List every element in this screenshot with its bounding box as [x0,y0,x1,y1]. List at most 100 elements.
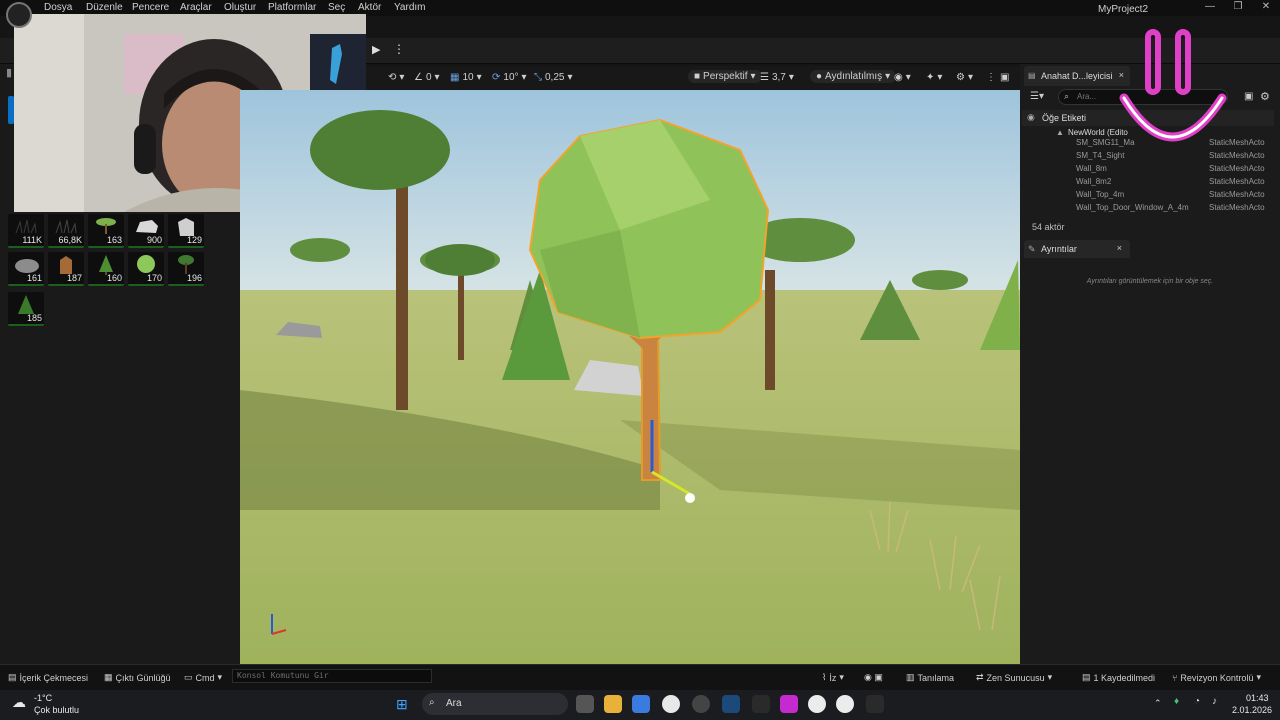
viewport-options-icon[interactable]: ⋮ [986,72,996,83]
asset-thumb[interactable]: 161 [8,252,44,286]
cmd-label: Cmd [195,672,215,683]
close-tab-icon[interactable]: × [1117,243,1122,253]
console-input[interactable]: Konsol Komutunu Gir [232,669,432,683]
save-icon: ▤ [1082,672,1091,682]
scale-snap-button[interactable]: ⤡ 0,25 ▾ [534,72,573,83]
panel-tab-icon[interactable]: ▮ [6,66,14,79]
menu-actor[interactable]: Aktör [358,2,381,13]
tab-outliner[interactable]: ▤ Anahat D...leyicisi × [1024,66,1130,86]
app-icon-2[interactable] [866,695,884,713]
unreal-logo-icon[interactable] [6,2,32,28]
camera-speed-value: 3,7 [771,72,786,83]
menu-window[interactable]: Pencere [132,2,169,13]
unreal-engine-icon[interactable] [808,695,826,713]
transform-mode-button[interactable]: ⟲ ▾ [388,72,404,83]
layout-icon[interactable]: ▣ [1000,72,1009,83]
asset-thumb[interactable]: 185 [8,292,44,326]
camera-record-icon[interactable]: ◉ ▣ [864,672,883,683]
angle-icon: ∠ [414,72,423,83]
show-flags-button[interactable]: ◉ ▾ [894,72,911,83]
actor-name: Wall_8m2 [1076,177,1112,186]
details-tab-label: Ayrıntılar [1041,244,1077,254]
menu-build[interactable]: Oluştur [224,2,256,13]
outliner-icon: ▤ [1028,71,1036,80]
menu-file[interactable]: Dosya [44,2,72,13]
steam-icon[interactable] [722,695,740,713]
diagnostics-button[interactable]: ▥ Tanılama [906,672,954,683]
view-mode-button[interactable]: ■ Perspektif ▾ [688,70,762,83]
play-options-icon[interactable]: ⋮ [393,42,405,56]
trace-label: İz [829,672,837,683]
chrome-icon[interactable] [662,695,680,713]
menu-edit[interactable]: Düzenle [86,2,123,13]
rotate-icon: ⟲ [388,72,397,83]
asset-thumb[interactable]: 187 [48,252,84,286]
lighting-mode-button[interactable]: ● Aydınlatılmış ▾ [810,70,897,83]
asset-thumb[interactable]: 129 [168,214,204,248]
unreal-editor-icon[interactable] [836,695,854,713]
asset-count: 196 [186,273,202,283]
menu-platforms[interactable]: Platformlar [268,2,316,13]
pencil-icon: ✎ [1028,244,1036,254]
wifi-icon[interactable]: ◔ [1194,696,1200,707]
tab-details[interactable]: ✎ Ayrıntılar × [1024,240,1130,258]
settings-gear-icon[interactable]: ⚙ [1260,90,1270,103]
camera-speed-button[interactable]: ☰ 3,7 ▾ [760,72,794,83]
tray-chevron-icon[interactable]: ⌃ [1154,698,1162,709]
content-drawer-button[interactable]: ▤ İçerik Çekmecesi [8,672,88,683]
menu-help[interactable]: Yardım [394,2,426,13]
outliner-row[interactable]: Wall_Top_4m StaticMeshActo [1022,189,1272,202]
weather-cloud-icon[interactable]: ☁ [12,694,26,711]
asset-thumb[interactable]: 170 [128,252,164,286]
asset-thumb[interactable]: 900 [128,214,164,248]
folder-add-icon[interactable]: ▣ [1244,91,1253,102]
smiley-sticker-icon [1119,29,1227,142]
epic-games-icon[interactable] [752,695,770,713]
angle-snap-button[interactable]: ⟳ 10° ▾ [492,72,527,83]
diagnostics-label: Tanılama [917,672,955,683]
item-label-column[interactable]: Öğe Etiketi [1042,113,1086,123]
level-viewport[interactable] [240,90,1020,664]
actor-count: 54 aktör [1032,222,1065,232]
play-icon[interactable]: ▶ [372,43,388,57]
menu-select[interactable]: Seç [328,2,345,13]
close-window-button[interactable]: ✕ [1256,1,1276,12]
clock-date[interactable]: 2.01.2026 [1232,705,1272,715]
app-icon[interactable] [780,695,798,713]
taskbar-search[interactable]: ⌕ Ara [422,693,568,715]
cmd-dropdown[interactable]: ▭ Cmd ▾ [184,672,222,683]
store-icon[interactable] [632,695,650,713]
asset-thumb[interactable]: 66,8K [48,214,84,248]
zen-server-button[interactable]: ⇄ Zen Sunucusu ▾ [976,672,1052,683]
visibility-eye-icon[interactable]: ◉ [1027,112,1035,123]
branch-icon: ⑂ [1172,672,1178,683]
fx-button[interactable]: ✦ ▾ [926,72,942,83]
asset-thumb[interactable]: 160 [88,252,124,286]
outliner-row[interactable]: Wall_8m2 StaticMeshActo [1022,176,1272,189]
revision-control-button[interactable]: ⑂ Revizyon Kontrolü ▾ [1172,672,1261,683]
task-view-icon[interactable] [576,695,594,713]
grid-snap-button[interactable]: ▦ 10 ▾ [450,72,482,83]
volume-icon[interactable]: ♪ [1212,696,1217,707]
maximize-button[interactable]: ❐ [1228,1,1248,12]
minimize-button[interactable]: — [1200,1,1220,12]
rotate-snap-button[interactable]: ∠ 0 ▾ [414,72,440,83]
unsaved-button[interactable]: ▤ 1 Kaydedilmedi [1082,672,1155,683]
output-log-button[interactable]: ▦ Çıktı Günlüğü [104,672,171,683]
windows-start-icon[interactable]: ⊞ [396,696,408,713]
outliner-row[interactable]: Wall_Top_Door_Window_A_4m StaticMeshActo [1022,202,1272,215]
trace-button[interactable]: ⌇ İz ▾ [822,672,844,683]
asset-thumb[interactable]: 111K [8,214,44,248]
clock-time[interactable]: 01:43 [1246,693,1269,703]
filter-icon[interactable]: ☰▾ [1030,91,1044,102]
asset-thumb[interactable]: 163 [88,214,124,248]
obs-icon[interactable] [692,695,710,713]
settings-button[interactable]: ⚙ ▾ [956,72,973,83]
search-label: Ara [446,698,462,709]
asset-thumb[interactable]: 196 [168,252,204,286]
file-explorer-icon[interactable] [604,695,622,713]
menu-tools[interactable]: Araçlar [180,2,212,13]
outliner-row[interactable]: Wall_8m StaticMeshActo [1022,163,1272,176]
mic-icon[interactable]: ♦ [1174,696,1179,707]
world-icon: ▲ [1056,128,1064,137]
